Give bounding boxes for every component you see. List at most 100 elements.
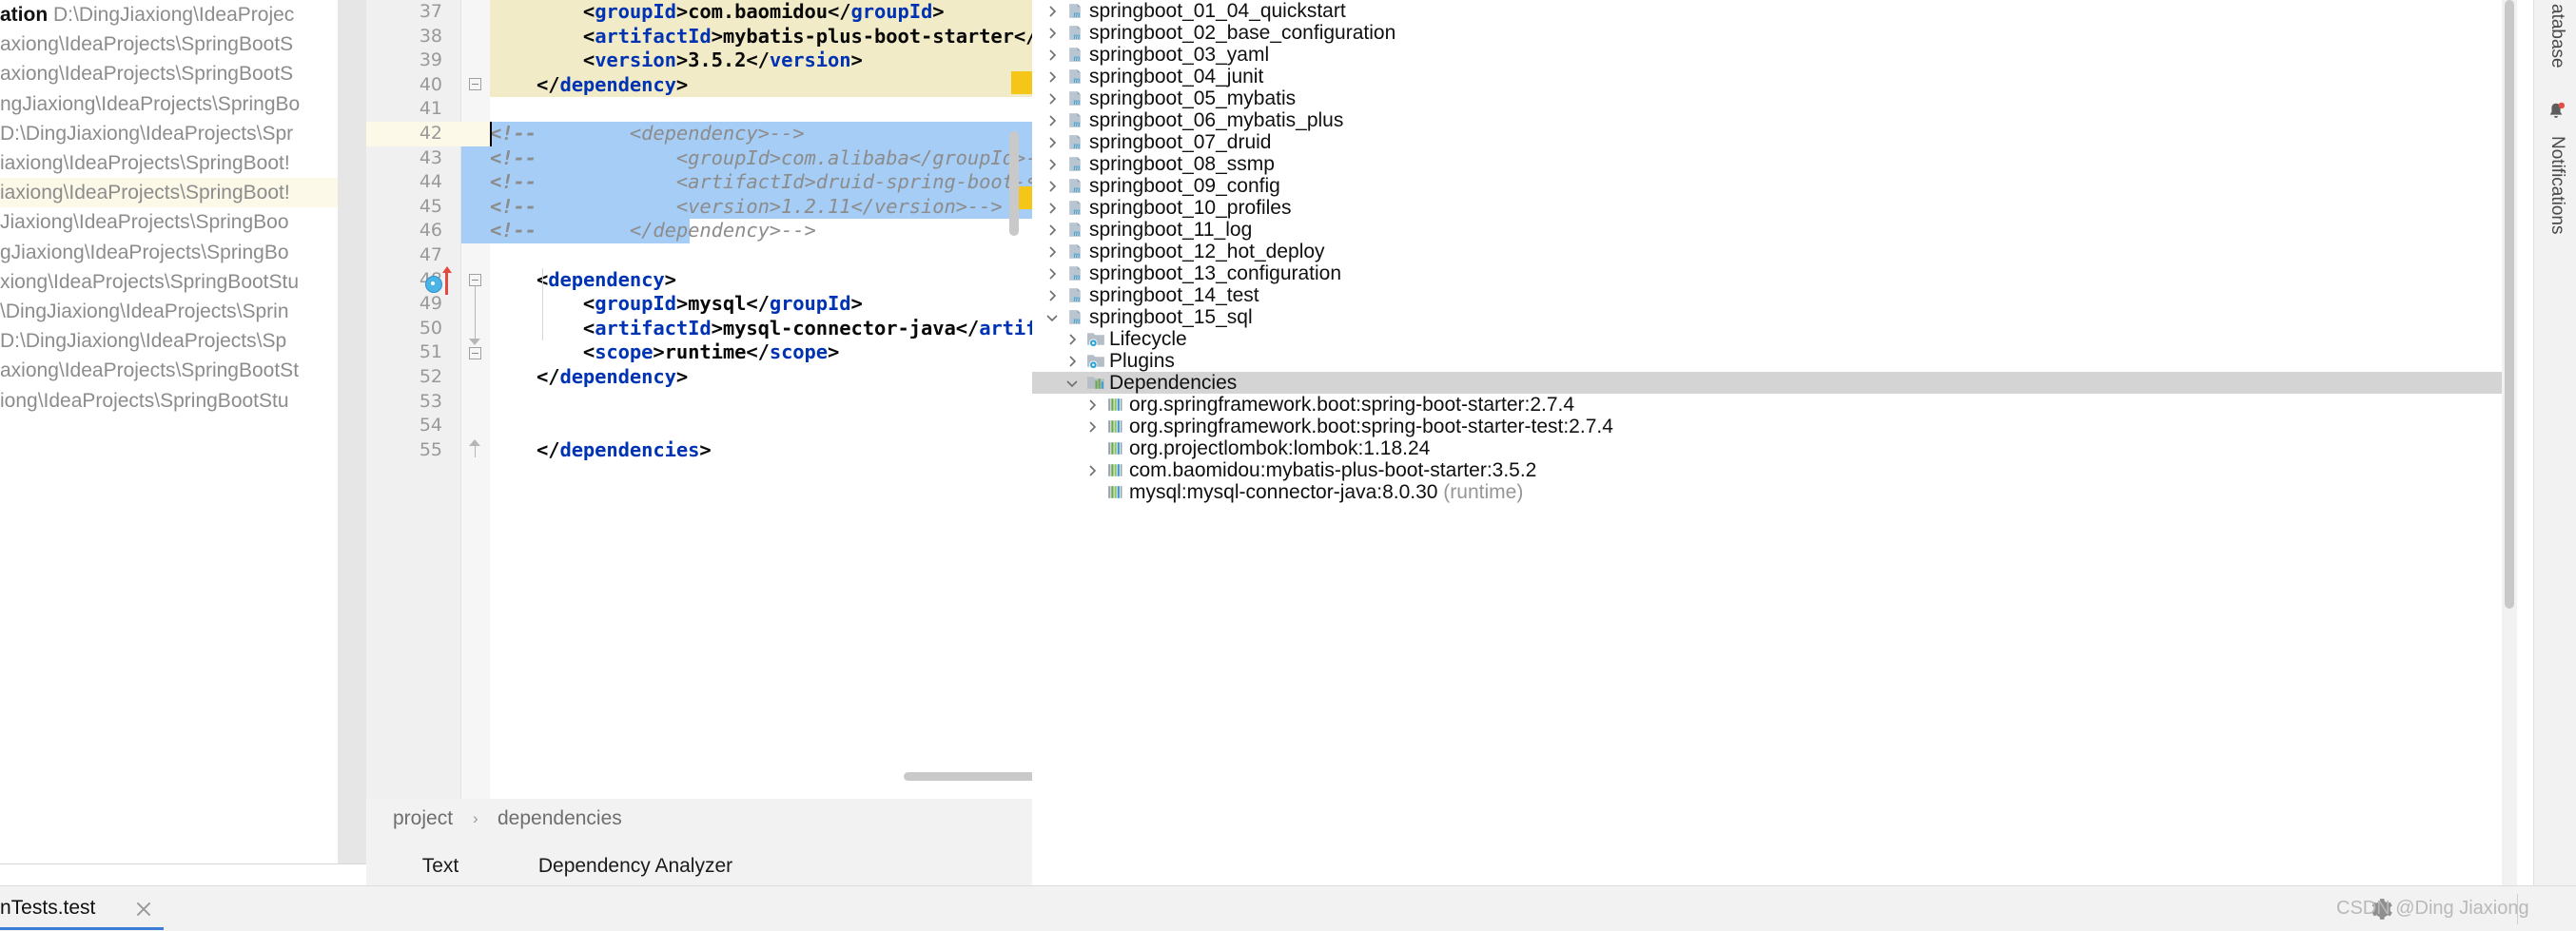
left-path-row[interactable]: axiong\IdeaProjects\SpringBootSt	[0, 356, 299, 385]
tree-item-plugins[interactable]: Plugins	[1032, 350, 2502, 372]
tree-item-springboot-02-base-configuration[interactable]: m springboot_02_base_configuration	[1032, 22, 2502, 44]
tree-item-springboot-10-profiles[interactable]: m springboot_10_profiles	[1032, 197, 2502, 219]
tree-item-springboot-04-junit[interactable]: m springboot_04_junit	[1032, 66, 2502, 87]
code-line[interactable]: 42 <!-- <dependency>-->	[366, 122, 1032, 146]
left-path-row[interactable]: axiong\IdeaProjects\SpringBootS	[0, 29, 293, 59]
tree-item-springboot-01-04-quickstart[interactable]: m springboot_01_04_quickstart	[1032, 0, 2502, 22]
code-line[interactable]: 41	[366, 97, 1032, 122]
tree-scrollbar-track[interactable]	[2502, 0, 2517, 885]
code-line[interactable]: 52 </dependency>	[366, 365, 1032, 390]
tool-window-database-label[interactable]: atabase	[2547, 4, 2567, 68]
code-viewport[interactable]: 37 <groupId>com.baomidou</groupId> 38 <ar…	[366, 0, 1032, 799]
tree-item-springboot-11-log[interactable]: m springboot_11_log	[1032, 219, 2502, 241]
tree-item-org-springframework-boot-spring-boot-starter-test-2-7-4[interactable]: org.springframework.boot:spring-boot-sta…	[1032, 416, 2502, 437]
code-line[interactable]: 38 <artifactId>mybatis-plus-boot-starter…	[366, 25, 1032, 49]
tree-item-com-baomidou-mybatis-plus-boot-starter-3-5-2[interactable]: com.baomidou:mybatis-plus-boot-starter:3…	[1032, 459, 2502, 481]
left-path-row[interactable]: D:\DingJiaxiong\IdeaProjects\Spr	[0, 119, 293, 148]
chevron-right-icon[interactable]	[1044, 25, 1061, 42]
tree-scrollbar-thumb[interactable]	[2505, 0, 2514, 609]
chevron-right-icon[interactable]	[1044, 3, 1061, 20]
chevron-right-icon[interactable]	[1083, 418, 1101, 436]
tree-item-dependencies[interactable]: Dependencies	[1032, 372, 2502, 394]
maven-tool-window-tree[interactable]: m springboot_01_04_quickstart m springboot_…	[1032, 0, 2533, 885]
code-line[interactable]: 45 <!-- <version>1.2.11</version>-->	[366, 195, 1032, 220]
code-line[interactable]: 50 <artifactId>mysql-connector-java</art…	[366, 317, 1032, 341]
chevron-right-icon[interactable]	[1044, 265, 1061, 282]
fold-marker-48[interactable]	[469, 274, 481, 286]
tool-window-notifications-label[interactable]: Notifications	[2547, 136, 2567, 235]
bell-icon[interactable]	[2546, 100, 2566, 123]
chevron-right-icon[interactable]	[1044, 90, 1061, 107]
code-line[interactable]: 49 <groupId>mysql</groupId>	[366, 292, 1032, 317]
code-line[interactable]: 37 <groupId>com.baomidou</groupId>	[366, 0, 1032, 25]
code-line[interactable]: 46 <!-- </dependency>-->	[366, 219, 1032, 243]
chevron-right-icon[interactable]	[1044, 112, 1061, 129]
tree-item-springboot-06-mybatis-plus[interactable]: m springboot_06_mybatis_plus	[1032, 109, 2502, 131]
chevron-down-icon[interactable]	[1064, 375, 1081, 392]
chevron-right-icon[interactable]	[1044, 243, 1061, 261]
fold-marker-40[interactable]	[469, 78, 481, 90]
tree-item-springboot-08-ssmp[interactable]: m springboot_08_ssmp	[1032, 153, 2502, 175]
inspection-marker-warning-1[interactable]	[1011, 71, 1032, 94]
chevron-right-icon[interactable]	[1083, 462, 1101, 479]
left-path-row[interactable]: gJiaxiong\IdeaProjects\SpringBo	[0, 238, 289, 267]
tree-item-springboot-14-test[interactable]: m springboot_14_test	[1032, 284, 2502, 306]
left-path-row[interactable]: iaxiong\IdeaProjects\SpringBoot!	[0, 178, 290, 207]
tree-item-lifecycle[interactable]: Lifecycle	[1032, 328, 2502, 350]
breadcrumb-separator: ›	[473, 809, 478, 827]
code-line[interactable]: 48 <dependency>	[366, 268, 1032, 293]
bookmark-icon[interactable]	[425, 276, 442, 293]
chevron-right-icon[interactable]	[1044, 134, 1061, 151]
code-line[interactable]: 55 </dependencies>	[366, 438, 1032, 463]
left-path-row[interactable]: D:\DingJiaxiong\IdeaProjects\Sp	[0, 326, 286, 356]
left-path-row[interactable]: ngJiaxiong\IdeaProjects\SpringBo	[0, 89, 300, 119]
chevron-right-icon[interactable]	[1044, 287, 1061, 304]
tree-item-mysql-mysql-connector-java-8-0-30[interactable]: mysql:mysql-connector-java:8.0.30 (runti…	[1032, 481, 2502, 503]
breadcrumb-dependencies[interactable]: dependencies	[498, 799, 622, 839]
left-path-row[interactable]: iaxiong\IdeaProjects\SpringBoot!	[0, 148, 290, 178]
right-tool-strip[interactable]: atabase Notifications	[2533, 0, 2576, 885]
breadcrumb-project[interactable]: project	[393, 799, 453, 839]
chevron-right-icon[interactable]	[1044, 200, 1061, 217]
chevron-right-icon[interactable]	[1044, 156, 1061, 173]
code-line[interactable]: 53	[366, 390, 1032, 415]
tree-item-springboot-03-yaml[interactable]: m springboot_03_yaml	[1032, 44, 2502, 66]
code-line[interactable]: 43 <!-- <groupId>com.alibaba</groupId>-->	[366, 146, 1032, 171]
run-tab-label[interactable]: nTests.test	[0, 886, 95, 930]
left-path-row[interactable]: \DingJiaxiong\IdeaProjects\Sprin	[0, 297, 289, 326]
left-path-row[interactable]: xiong\IdeaProjects\SpringBootStu	[0, 267, 299, 297]
chevron-right-icon[interactable]	[1064, 353, 1081, 370]
tree-item-springboot-07-druid[interactable]: m springboot_07_druid	[1032, 131, 2502, 153]
editor-horizontal-scrollbar[interactable]	[904, 772, 1032, 781]
left-panel-scrollbar-track[interactable]	[338, 0, 366, 863]
code-line[interactable]: 40 </dependency>	[366, 73, 1032, 98]
tree-item-springboot-15-sql[interactable]: m springboot_15_sql	[1032, 306, 2502, 328]
code-line[interactable]: 51 <scope>runtime</scope>	[366, 340, 1032, 365]
chevron-right-icon[interactable]	[1044, 68, 1061, 86]
breadcrumb[interactable]: project › dependencies	[366, 799, 1032, 839]
chevron-right-icon[interactable]	[1044, 178, 1061, 195]
left-path-row[interactable]: iong\IdeaProjects\SpringBootStu	[0, 386, 289, 416]
tree-item-org-springframework-boot-spring-boot-starter-2-7-4[interactable]: org.springframework.boot:spring-boot-sta…	[1032, 394, 2502, 416]
fold-marker-52[interactable]	[469, 347, 481, 359]
code-line[interactable]: 54	[366, 414, 1032, 438]
close-icon[interactable]	[133, 899, 154, 920]
chevron-down-icon[interactable]	[1044, 309, 1061, 326]
editor-vertical-scrollbar[interactable]	[1009, 131, 1019, 236]
left-path-row[interactable]: Jiaxiong\IdeaProjects\SpringBoo	[0, 207, 289, 237]
tree-item-springboot-09-config[interactable]: m springboot_09_config	[1032, 175, 2502, 197]
left-path-row[interactable]: ation D:\DingJiaxiong\IdeaProjec	[0, 0, 294, 29]
chevron-right-icon[interactable]	[1044, 47, 1061, 64]
code-line[interactable]: 39 <version>3.5.2</version>	[366, 48, 1032, 73]
code-line[interactable]: 47	[366, 243, 1032, 268]
left-path-row[interactable]: axiong\IdeaProjects\SpringBootS	[0, 59, 293, 88]
chevron-right-icon[interactable]	[1064, 331, 1081, 348]
code-line[interactable]: 44 <!-- <artifactId>druid-spring-boot-sta…	[366, 170, 1032, 195]
tree-item-springboot-13-configuration[interactable]: m springboot_13_configuration	[1032, 262, 2502, 284]
chevron-right-icon[interactable]	[1044, 222, 1061, 239]
tree-item-org-projectlombok-lombok-1-18-24[interactable]: org.projectlombok:lombok:1.18.24	[1032, 437, 2502, 459]
chevron-right-icon[interactable]	[1083, 397, 1101, 414]
code-line-text: <groupId>com.baomidou</groupId>	[490, 0, 945, 23]
tree-item-springboot-12-hot-deploy[interactable]: m springboot_12_hot_deploy	[1032, 241, 2502, 262]
tree-item-springboot-05-mybatis[interactable]: m springboot_05_mybatis	[1032, 87, 2502, 109]
